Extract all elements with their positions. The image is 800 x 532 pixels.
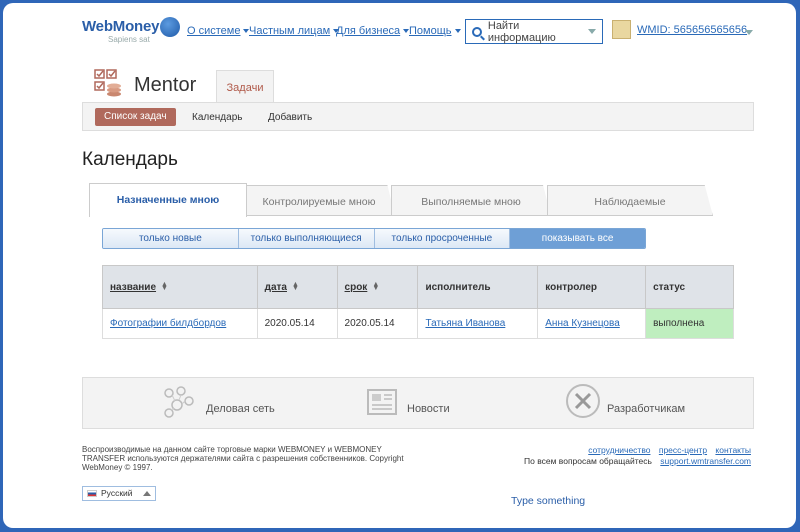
page-title: Календарь (82, 149, 178, 170)
executor-link[interactable]: Татьяна Иванова (425, 318, 505, 329)
footer-links: сотрудничество пресс-центр контакты По в… (524, 445, 751, 467)
business-network-link[interactable]: Деловая сеть (206, 403, 275, 415)
task-deadline: 2020.05.14 (336, 308, 419, 339)
filter-segmented-control: только новые только выполняющиеся только… (102, 228, 646, 249)
russia-flag-icon (87, 490, 97, 498)
tab-executed-by-me[interactable]: Выполняемые мною (391, 185, 551, 216)
tab-tasks[interactable]: Задачи (216, 70, 274, 103)
developers-link[interactable]: Разработчикам (607, 403, 685, 415)
avatar[interactable] (612, 20, 631, 39)
type-something-text: Type something (511, 495, 586, 507)
tab-observed[interactable]: Наблюдаемые (547, 185, 713, 216)
logo-subtitle: Sapiens sat (108, 35, 150, 44)
table-row: Фотографии билдбордов 2020.05.14 2020.05… (102, 308, 734, 339)
col-date-header[interactable]: дата ▲ ▼ (256, 265, 338, 309)
footer-services: Деловая сеть Новости Разработчикам (82, 377, 754, 429)
tasks-table: название ▲ ▼ дата ▲ ▼ срок ▲ ▼ исполнитель кон… (102, 265, 734, 339)
search-input[interactable]: Найти информацию (465, 19, 603, 44)
language-selector[interactable]: Русский (82, 486, 156, 501)
search-icon (472, 26, 482, 37)
support-prefix: По всем вопросам обращайтесь (524, 456, 652, 466)
globe-icon (160, 17, 180, 37)
business-network-icon (164, 386, 194, 418)
nav-about[interactable]: О системе (187, 25, 250, 37)
task-name-link[interactable]: Фотографии билдбордов (110, 318, 226, 329)
nav-individuals-label: Частным лицам (249, 25, 331, 37)
nav-help-label: Помощь (409, 25, 452, 37)
nav-business-label: Для бизнеса (336, 25, 401, 37)
language-label: Русский (101, 488, 133, 498)
col-controller-header: контролер (537, 265, 647, 309)
mentor-checklist-icon (94, 69, 121, 97)
browser-frame: WebMoney Sapiens sat О системе Частным л… (3, 3, 796, 528)
filter-overdue-only[interactable]: только просроченные (374, 229, 511, 248)
news-link[interactable]: Новости (407, 403, 450, 415)
subnav-bar: Список задач Календарь Добавить (82, 102, 754, 131)
footer-link-contacts[interactable]: контакты (715, 445, 751, 455)
footer-link-press[interactable]: пресс-центр (659, 445, 707, 455)
col-name-label: название (110, 281, 157, 293)
nav-help[interactable]: Помощь (409, 25, 461, 37)
support-link[interactable]: support.wmtransfer.com (660, 456, 751, 466)
tab-assigned-by-me[interactable]: Назначенные мною (89, 183, 247, 217)
app-title: Mentor (134, 74, 197, 96)
nav-individuals[interactable]: Частным лицам (249, 25, 340, 37)
filter-show-all[interactable]: показывать все (510, 229, 645, 248)
footer-link-cooperation[interactable]: сотрудничество (588, 445, 650, 455)
calendar-link[interactable]: Календарь (192, 112, 242, 123)
col-executor-header: исполнитель (417, 265, 539, 309)
chevron-down-icon (454, 29, 461, 34)
news-icon (367, 389, 397, 415)
chevron-down-icon[interactable] (745, 30, 753, 35)
status-badge: выполнена (645, 308, 734, 339)
filter-in-progress-only[interactable]: только выполняющиеся (238, 229, 375, 248)
chevron-up-icon (143, 491, 151, 496)
col-deadline-label: срок (344, 281, 368, 293)
developers-tools-icon (566, 384, 600, 418)
wmid-link[interactable]: WMID: 565656565656 (637, 24, 747, 36)
col-name-header[interactable]: название ▲ ▼ (102, 265, 258, 309)
tab-controlled-by-me[interactable]: Контролируемые мною (243, 185, 395, 216)
col-deadline-header[interactable]: срок ▲ ▼ (336, 265, 419, 309)
task-date: 2020.05.14 (256, 308, 338, 339)
task-list-button[interactable]: Список задач (95, 108, 176, 126)
webmoney-logo[interactable]: WebMoney Sapiens sat (82, 17, 180, 44)
col-date-label: дата (264, 281, 287, 293)
sort-icon: ▲ ▼ (291, 280, 299, 292)
filter-new-only[interactable]: только новые (103, 229, 239, 248)
add-link[interactable]: Добавить (268, 112, 312, 123)
nav-about-label: О системе (187, 25, 241, 37)
col-status-header: статус (645, 265, 734, 309)
chevron-down-icon[interactable] (588, 29, 596, 34)
search-placeholder: Найти информацию (487, 19, 556, 44)
task-tabs: Назначенные мною Контролируемые мною Вып… (89, 183, 713, 217)
sort-icon: ▲ ▼ (372, 280, 380, 292)
logo-text: WebMoney (82, 18, 160, 35)
sort-icon: ▲ ▼ (161, 280, 168, 292)
copyright-text: Воспроизводимые на данном сайте торговые… (82, 445, 404, 472)
table-header-row: название ▲ ▼ дата ▲ ▼ срок ▲ ▼ исполнитель кон… (102, 265, 734, 309)
nav-business[interactable]: Для бизнеса (336, 25, 410, 37)
controller-link[interactable]: Анна Кузнецова (545, 318, 620, 329)
